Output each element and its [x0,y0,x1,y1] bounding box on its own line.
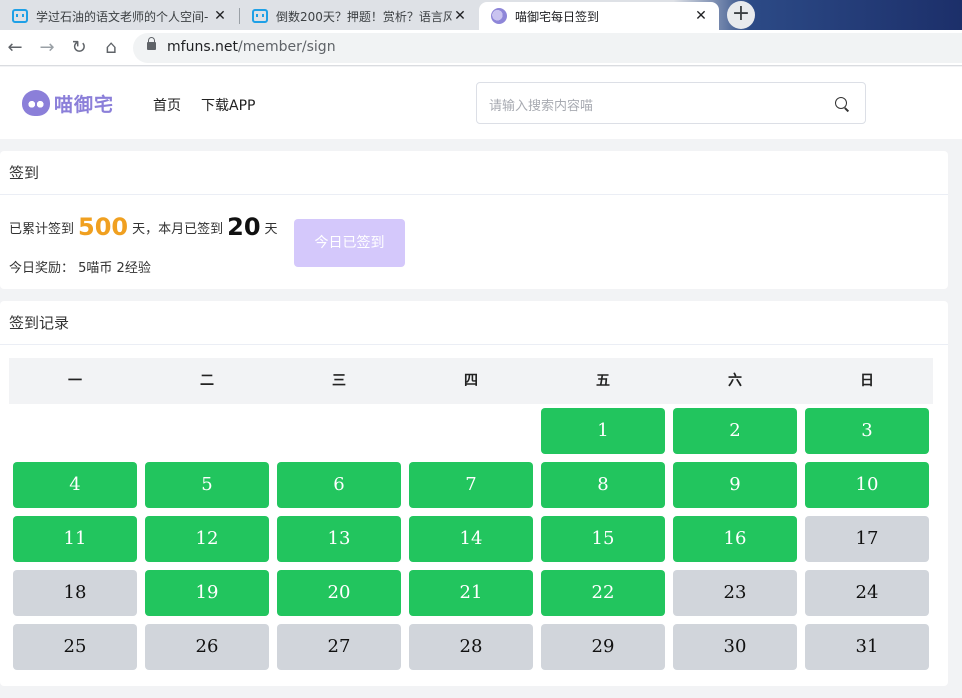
calendar-day-signed: 7 [409,462,533,508]
weekday-label: 日 [860,373,874,389]
calendar-day-signed: 6 [277,462,401,508]
calendar-day-signed: 3 [805,408,929,454]
calendar-empty-cell [277,408,401,454]
sign-record-card: 签到记录 一 二 三 四 五 六 日 1 2 3 4 5 6 7 8 9 10 11 12 13 14 15… [0,301,948,686]
record-card-title: 签到记录 [0,301,948,345]
calendar-day-signed: 11 [13,516,137,562]
calendar-day-signed: 16 [673,516,797,562]
browser-tab-1[interactable]: 学过石油的语文老师的个人空间- ✕ [0,2,238,30]
stats-suffix: 天 [264,222,278,237]
sign-card-title: 签到 [0,151,948,195]
calendar-day-signed: 21 [409,570,533,616]
weekday-label: 二 [200,373,214,389]
reward-value: 5喵币 2经验 [78,261,151,276]
calendar-day-unsigned: 17 [805,516,929,562]
calendar-day-unsigned: 29 [541,624,665,670]
close-tab-icon[interactable]: ✕ [693,8,709,24]
search-placeholder: 请输入搜索内容喵 [489,99,594,114]
sign-stats: 已累计签到 500 天，本月已签到 20 天 [9,213,278,241]
browser-tab-2[interactable]: 倒数200天？押题！赏析？语言风 ✕ [240,2,478,30]
calendar-day-signed: 4 [13,462,137,508]
weekday-header: 一 二 三 四 五 六 日 [9,358,933,404]
calendar-day-signed: 20 [277,570,401,616]
calendar-day-signed: 9 [673,462,797,508]
nav-home-link[interactable]: 首页 [153,95,181,115]
calendar-empty-cell [13,408,137,454]
bilibili-favicon-icon [252,9,268,23]
calendar-day-signed: 14 [409,516,533,562]
calendar-day-unsigned: 28 [409,624,533,670]
logo-text: 喵御宅 [54,93,115,116]
tab-title: 喵御宅每日签到 [515,9,600,24]
weekday-label: 三 [332,373,346,389]
back-arrow-icon[interactable]: ← [4,37,26,59]
calendar-day-unsigned: 30 [673,624,797,670]
signed-today-button[interactable]: 今日已签到 [294,219,405,267]
weekday-label: 一 [68,373,82,389]
reward-label: 今日奖励： [9,261,75,276]
bilibili-favicon-icon [12,9,28,23]
url-host: mfuns.net [167,39,239,55]
calendar-day-unsigned: 31 [805,624,929,670]
forward-arrow-icon[interactable]: → [36,37,58,59]
lock-icon [147,37,156,50]
calendar-empty-cell [145,408,269,454]
calendar-day-unsigned: 25 [13,624,137,670]
calendar-day-unsigned: 18 [13,570,137,616]
sign-calendar: 一 二 三 四 五 六 日 1 2 3 4 5 6 7 8 9 10 11 12 13 14 15 16 17 1… [9,358,933,670]
stats-prefix: 已累计签到 [9,222,75,237]
total-sign-days: 500 [78,213,129,241]
calendar-day-signed: 13 [277,516,401,562]
tab-title: 倒数200天？押题！赏析？语言风 [276,9,452,24]
close-tab-icon[interactable]: ✕ [452,8,468,24]
cat-favicon-icon [491,8,507,24]
new-tab-button[interactable]: + [727,1,755,29]
close-tab-icon[interactable]: ✕ [212,8,228,24]
month-sign-days: 20 [227,213,261,241]
browser-tab-strip: 学过石油的语文老师的个人空间- ✕ 倒数200天？押题！赏析？语言风 ✕ 喵御宅… [0,0,962,30]
search-icon[interactable] [835,97,847,109]
browser-toolbar: ← → ↻ ⌂ mfuns.net/member/sign [0,30,962,66]
calendar-day-unsigned: 26 [145,624,269,670]
site-header: 喵御宅 首页 下载APP 请输入搜索内容喵 [0,67,962,139]
calendar-day-signed: 12 [145,516,269,562]
calendar-days-grid: 1 2 3 4 5 6 7 8 9 10 11 12 13 14 15 16 17 18 19 20 21 22 23 24 2… [9,404,933,670]
weekday-label: 四 [464,373,478,389]
home-icon[interactable]: ⌂ [100,37,122,59]
calendar-day-unsigned: 23 [673,570,797,616]
calendar-day-signed: 15 [541,516,665,562]
calendar-day-signed: 2 [673,408,797,454]
calendar-day-signed: 5 [145,462,269,508]
calendar-day-unsigned: 27 [277,624,401,670]
cat-mascot-icon [22,90,50,116]
weekday-label: 五 [596,373,610,389]
calendar-day-signed: 8 [541,462,665,508]
browser-tab-active[interactable]: 喵御宅每日签到 ✕ [479,2,719,30]
calendar-day-signed: 1 [541,408,665,454]
tab-title: 学过石油的语文老师的个人空间- [36,9,209,24]
site-logo[interactable]: 喵御宅 [22,89,114,117]
reload-icon[interactable]: ↻ [68,37,90,59]
calendar-day-signed: 19 [145,570,269,616]
sign-card: 签到 已累计签到 500 天，本月已签到 20 天 今日奖励： 5喵币 2经验 今日已签… [0,151,948,289]
url-text: mfuns.net/member/sign [167,39,336,55]
today-reward: 今日奖励： 5喵币 2经验 [9,257,151,276]
url-path: /member/sign [238,39,336,55]
calendar-day-signed: 10 [805,462,929,508]
weekday-label: 六 [728,373,742,389]
address-bar[interactable]: mfuns.net/member/sign [133,33,962,63]
search-input[interactable]: 请输入搜索内容喵 [476,82,866,124]
nav-download-app-link[interactable]: 下载APP [201,95,255,115]
calendar-empty-cell [409,408,533,454]
stats-middle: 天，本月已签到 [132,222,224,237]
calendar-day-unsigned: 24 [805,570,929,616]
calendar-day-signed: 22 [541,570,665,616]
